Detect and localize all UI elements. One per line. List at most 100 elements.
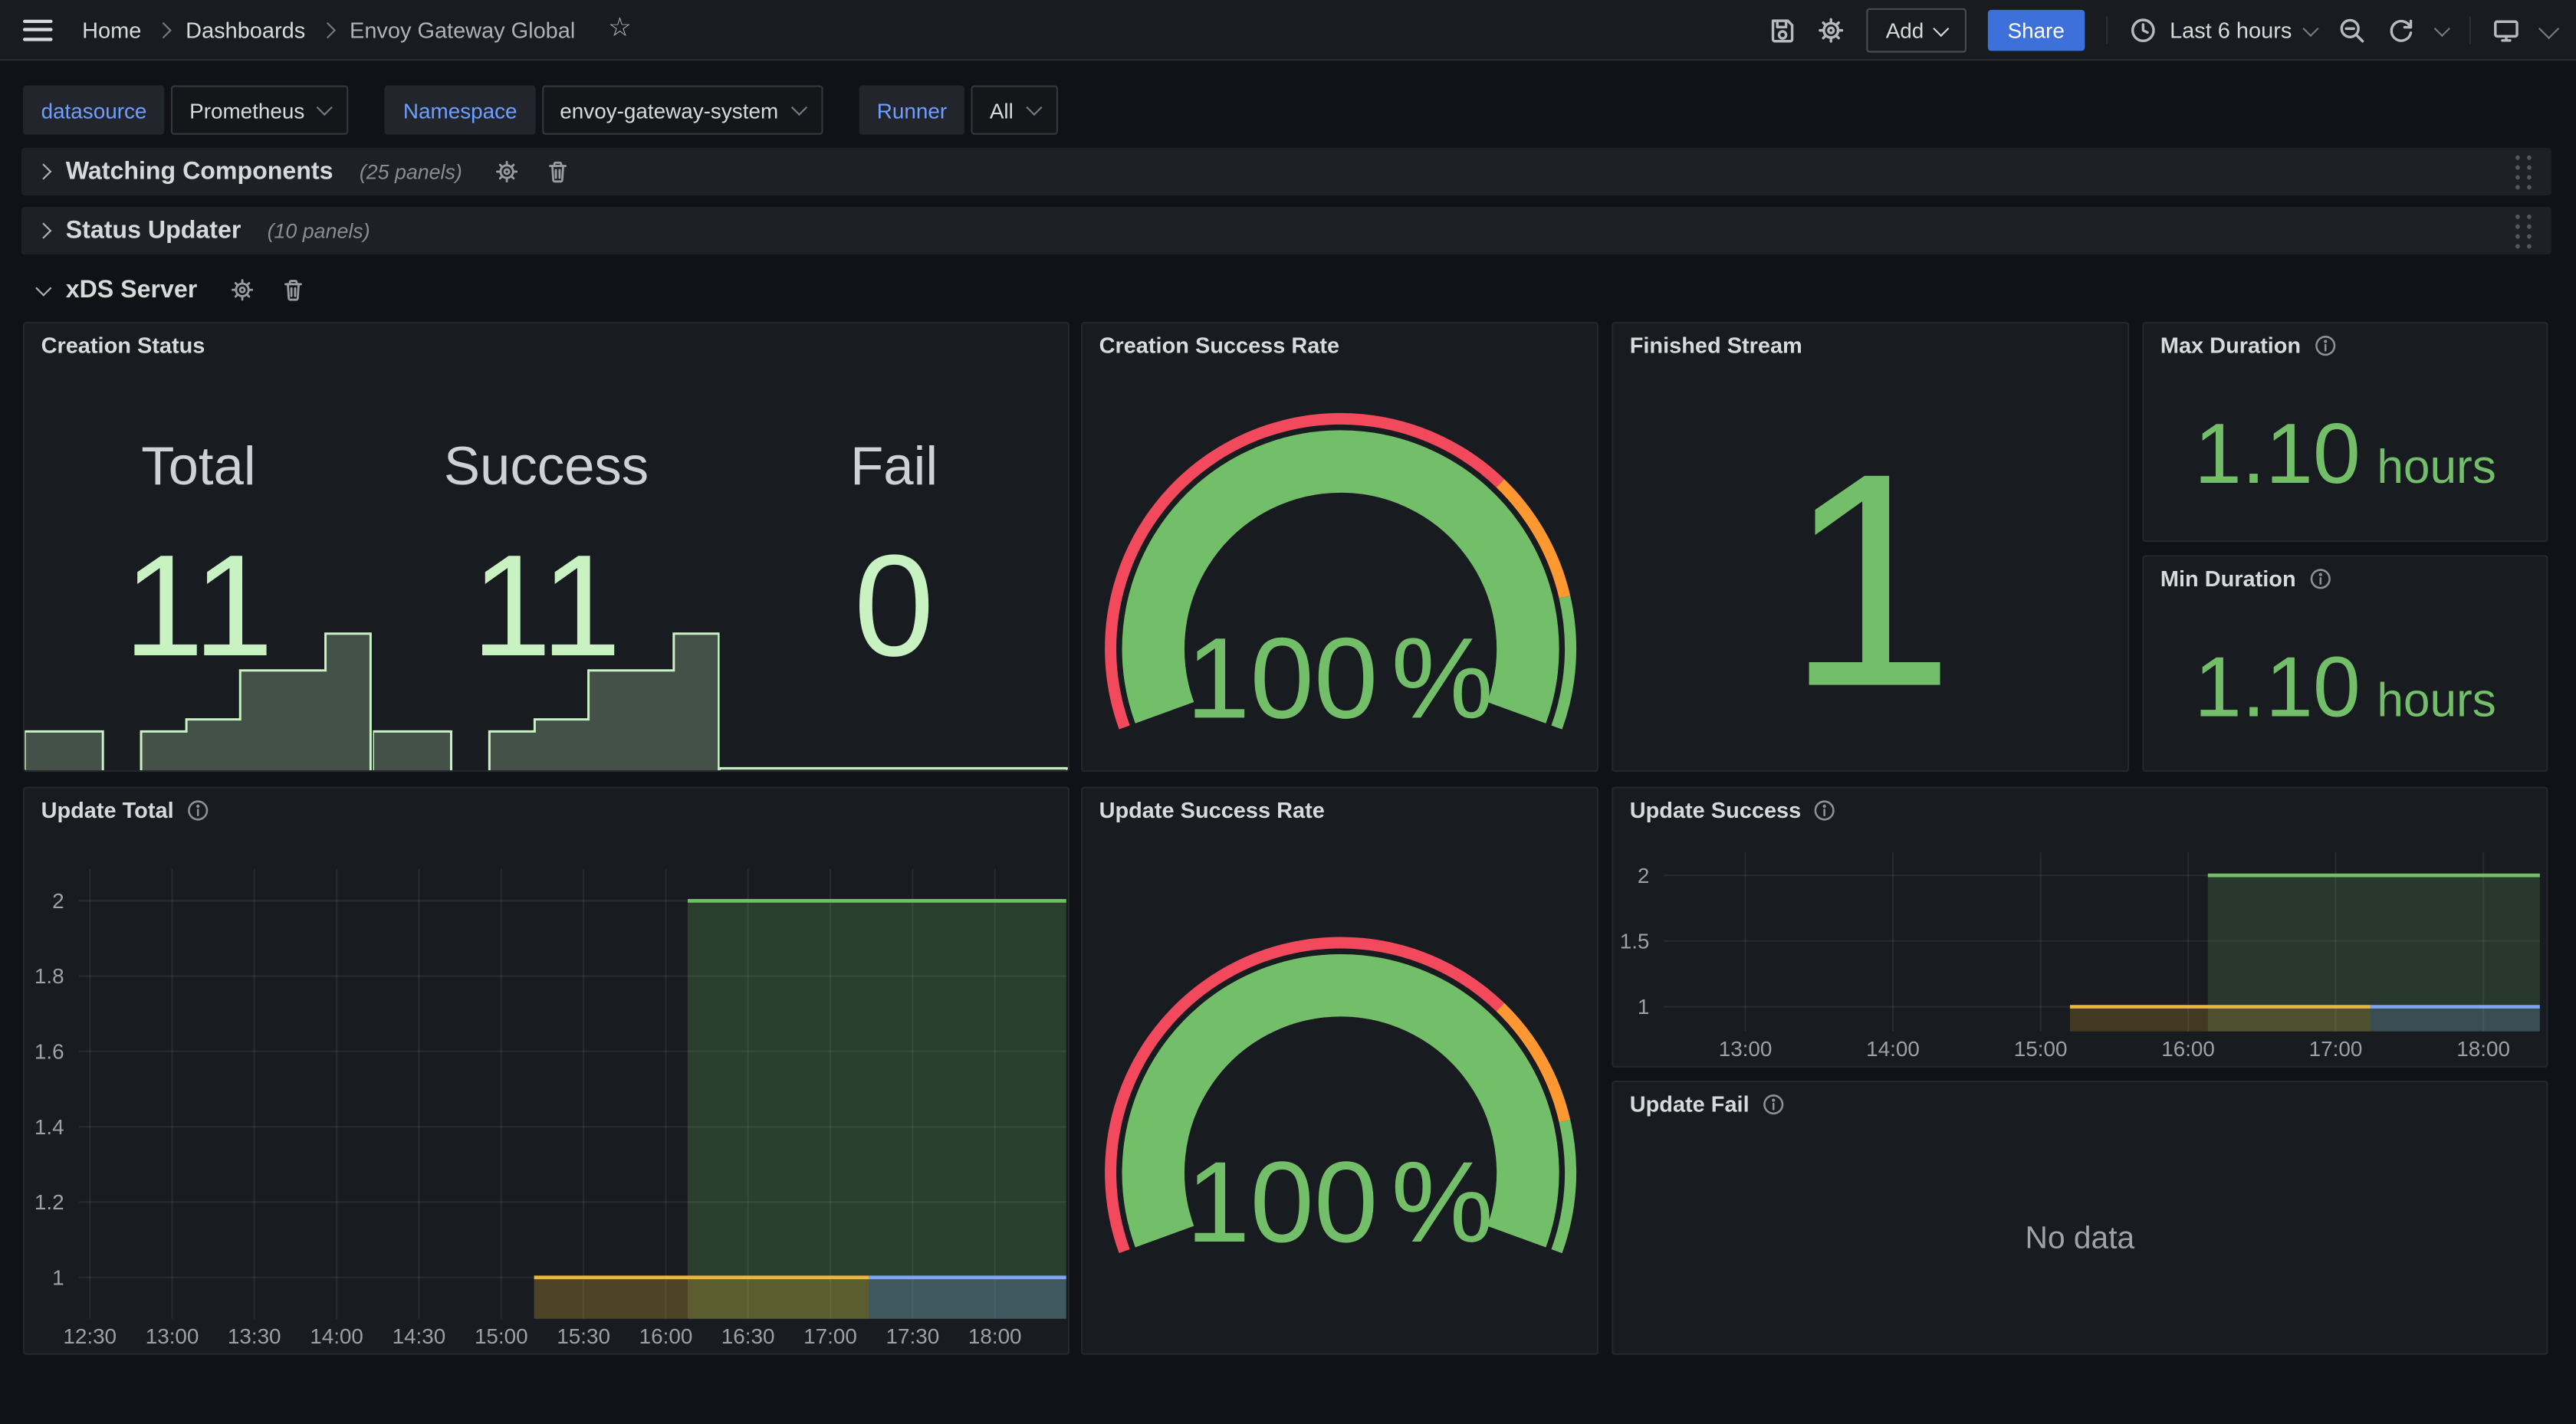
kiosk-tv-icon[interactable] [2492, 16, 2520, 44]
timeseries-chart[interactable]: 12:3013:0013:3014:0014:3015:0015:3016:00… [25, 789, 1068, 1353]
svg-text:17:30: 17:30 [886, 1324, 940, 1348]
svg-text:13:00: 13:00 [146, 1324, 199, 1348]
row-header-watching-components[interactable]: Watching Components (25 panels) [21, 148, 2551, 195]
panel-title-text: Update Success Rate [1099, 797, 1325, 822]
row-delete-trash-icon[interactable] [546, 159, 570, 184]
panel-update-total: Update Total 12:3013:0013:3014:0014:3015… [23, 786, 1070, 1354]
stat-value: 11 [373, 533, 721, 678]
panel-title[interactable]: Finished Stream [1613, 323, 2128, 366]
svg-text:1.4: 1.4 [34, 1115, 64, 1139]
variable-namespace: Namespace envoy-gateway-system [385, 85, 823, 134]
share-button[interactable]: Share [1988, 10, 2085, 51]
svg-text:16:00: 16:00 [639, 1324, 693, 1348]
gauge-value-unit: % [1392, 1138, 1493, 1266]
row-drag-handle[interactable] [2512, 212, 2535, 249]
stat-value: 0 [720, 533, 1068, 678]
clock-icon [2129, 16, 2157, 44]
save-dashboard-icon[interactable] [1767, 16, 1795, 44]
row-settings-gear-icon[interactable] [230, 277, 255, 302]
variable-value: All [990, 98, 1014, 123]
grafana-dashboard: Home Dashboards Envoy Gateway Global ☆ A… [0, 0, 2576, 1424]
variable-select-datasource[interactable]: Prometheus [172, 85, 350, 134]
stat-label: Total [25, 435, 373, 497]
svg-text:15:30: 15:30 [557, 1324, 610, 1348]
svg-text:1.6: 1.6 [34, 1040, 64, 1064]
panel-title[interactable]: Max Duration [2144, 323, 2546, 366]
svg-text:2: 2 [1638, 864, 1650, 888]
gauge-value: 100% [1083, 602, 1596, 753]
row-drag-handle[interactable] [2512, 153, 2535, 190]
panel-min-duration: Min Duration 1.10 hours [2142, 555, 2548, 772]
share-button-label: Share [2008, 18, 2065, 43]
panel-creation-success-rate: Creation Success Rate 100% [1081, 322, 1598, 772]
variable-value: envoy-gateway-system [560, 98, 778, 123]
svg-text:15:00: 15:00 [2014, 1037, 2068, 1061]
svg-text:15:00: 15:00 [475, 1324, 528, 1348]
info-icon[interactable] [2309, 567, 2331, 589]
add-button[interactable]: Add [1866, 8, 1967, 53]
row-settings-gear-icon[interactable] [495, 159, 520, 184]
dropdown-caret-icon [317, 100, 334, 116]
time-range-picker[interactable]: Last 6 hours [2129, 16, 2317, 44]
hamburger-menu-icon[interactable] [23, 19, 53, 41]
stat-fail: Fail 0 [720, 366, 1068, 770]
panel-title-text: Creation Status [41, 333, 205, 357]
stat-unit: hours [2377, 675, 2496, 730]
row-header-xds-server[interactable]: xDS Server [21, 266, 322, 313]
panel-title[interactable]: Creation Status [25, 323, 1068, 366]
panel-title[interactable]: Min Duration [2144, 556, 2546, 599]
variable-label-namespace: Namespace [385, 85, 535, 134]
svg-text:1.5: 1.5 [1620, 930, 1650, 953]
panel-title[interactable]: Update Success Rate [1083, 789, 1597, 832]
breadcrumb-current: Envoy Gateway Global [350, 18, 575, 42]
panel-title[interactable]: Creation Success Rate [1083, 323, 1597, 366]
add-button-label: Add [1886, 18, 1924, 43]
breadcrumb-separator-icon [319, 21, 335, 38]
dashboard-settings-gear-icon[interactable] [1817, 16, 1845, 44]
time-range-label: Last 6 hours [2170, 18, 2292, 43]
zoom-out-icon[interactable] [2338, 16, 2365, 44]
timeseries-chart[interactable]: 13:0014:0015:0016:0017:0018:0021.51 [1613, 789, 2546, 1066]
breadcrumb-separator-icon [156, 21, 172, 38]
row-title[interactable]: Watching Components [66, 158, 334, 185]
gauge-value-number: 100 [1186, 1138, 1378, 1266]
panel-update-success: Update Success 13:0014:0015:0016:0017:00… [1612, 786, 2548, 1067]
row-delete-trash-icon[interactable] [281, 277, 306, 302]
row-title[interactable]: xDS Server [66, 276, 198, 304]
svg-text:18:00: 18:00 [968, 1324, 1022, 1348]
add-caret-icon [1933, 20, 1949, 36]
favorite-star-icon[interactable]: ☆ [608, 16, 632, 42]
svg-text:1.8: 1.8 [34, 964, 64, 988]
refresh-icon[interactable] [2387, 16, 2415, 44]
panel-update-fail: Update Fail No data [1612, 1081, 2548, 1355]
panel-max-duration: Max Duration 1.10 hours [2142, 322, 2548, 542]
stat-total: Total 11 [25, 366, 373, 770]
panel-finished-stream: Finished Stream 1 [1612, 322, 2129, 772]
row-header-status-updater[interactable]: Status Updater (10 panels) [21, 207, 2551, 254]
variable-value: Prometheus [189, 98, 304, 123]
stat-finished-stream: 1 [1613, 366, 2128, 770]
stat-unit: hours [2377, 441, 2496, 496]
svg-text:14:00: 14:00 [310, 1324, 363, 1348]
breadcrumb-dashboards[interactable]: Dashboards [186, 18, 305, 42]
info-icon[interactable] [2314, 334, 2335, 356]
panel-title-text: Creation Success Rate [1099, 333, 1340, 357]
divider [2106, 16, 2108, 44]
stat-min-duration: 1.10 hours [2144, 645, 2546, 730]
row-expanded-caret-icon [35, 279, 51, 295]
variable-select-namespace[interactable]: envoy-gateway-system [542, 85, 823, 134]
breadcrumb-home[interactable]: Home [82, 18, 141, 42]
svg-text:13:30: 13:30 [228, 1324, 281, 1348]
panel-creation-status: Creation Status Total 11 Success 11 Fail… [23, 322, 1070, 772]
panel-title[interactable]: Update Fail [1613, 1082, 2546, 1125]
collapse-bar-caret-icon[interactable] [2538, 18, 2559, 38]
svg-text:16:30: 16:30 [721, 1324, 775, 1348]
row-collapsed-caret-icon [35, 222, 51, 238]
variable-select-runner[interactable]: All [971, 85, 1057, 134]
no-data-message: No data [1613, 1125, 2546, 1353]
stat-value: 1 [1786, 429, 1954, 733]
gauge: 100% [1083, 927, 1596, 1262]
row-title[interactable]: Status Updater [66, 217, 242, 244]
info-icon[interactable] [1763, 1093, 1784, 1114]
refresh-interval-caret-icon[interactable] [2434, 20, 2450, 36]
